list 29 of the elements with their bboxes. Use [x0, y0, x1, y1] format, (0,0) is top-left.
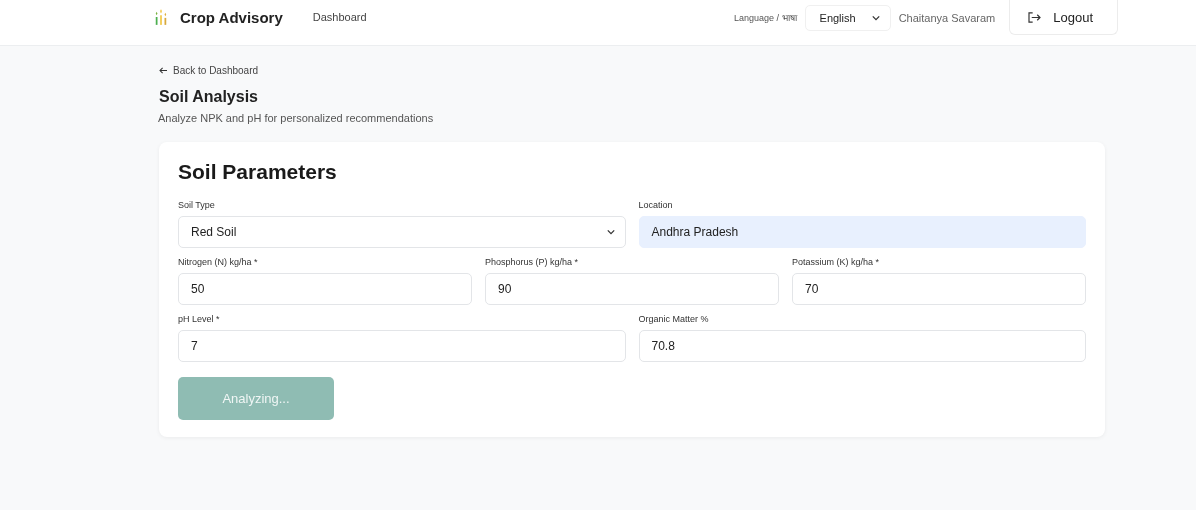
logout-button[interactable]: Logout — [1009, 0, 1118, 35]
card-title: Soil Parameters — [178, 160, 338, 184]
field-label: pH Level * — [178, 314, 221, 324]
input-field[interactable]: 70 — [792, 273, 1086, 305]
brand-name: Crop Advisory — [180, 8, 283, 26]
field-label: Nitrogen (N) kg/ha * — [178, 257, 259, 267]
input-field[interactable]: 70.8 — [638, 330, 1086, 362]
field-label: Soil Type — [178, 200, 216, 210]
back-link[interactable]: Back to Dashboard — [159, 65, 259, 76]
input-field[interactable]: 90 — [485, 273, 779, 305]
logout-icon — [1028, 11, 1042, 23]
chevron-down-icon — [606, 229, 615, 235]
back-arrow-icon — [159, 67, 168, 74]
wheat-logo-icon — [154, 8, 168, 26]
user-name: Chaitanya Savaram — [898, 11, 996, 24]
field-label: Organic Matter % — [638, 314, 710, 324]
field-label: Location — [638, 200, 674, 210]
input-field[interactable]: 7 — [178, 330, 626, 362]
input-field[interactable]: Andhra Pradesh — [638, 216, 1086, 248]
language-label: Language / भाषा — [734, 12, 797, 24]
nav-link[interactable]: Dashboard — [312, 11, 367, 23]
input-field[interactable]: 50 — [178, 273, 472, 305]
field-label: Potassium (K) kg/ha * — [792, 257, 881, 267]
chevron-down-icon — [871, 14, 880, 21]
page-title: Soil Analysis — [159, 88, 259, 106]
page-subtitle: Analyze NPK and pH for personalized recommendations — [158, 112, 435, 124]
select-field[interactable]: Red Soil — [178, 216, 626, 248]
field-label: Phosphorus (P) kg/ha * — [485, 257, 580, 267]
language-select[interactable]: English — [804, 4, 891, 31]
